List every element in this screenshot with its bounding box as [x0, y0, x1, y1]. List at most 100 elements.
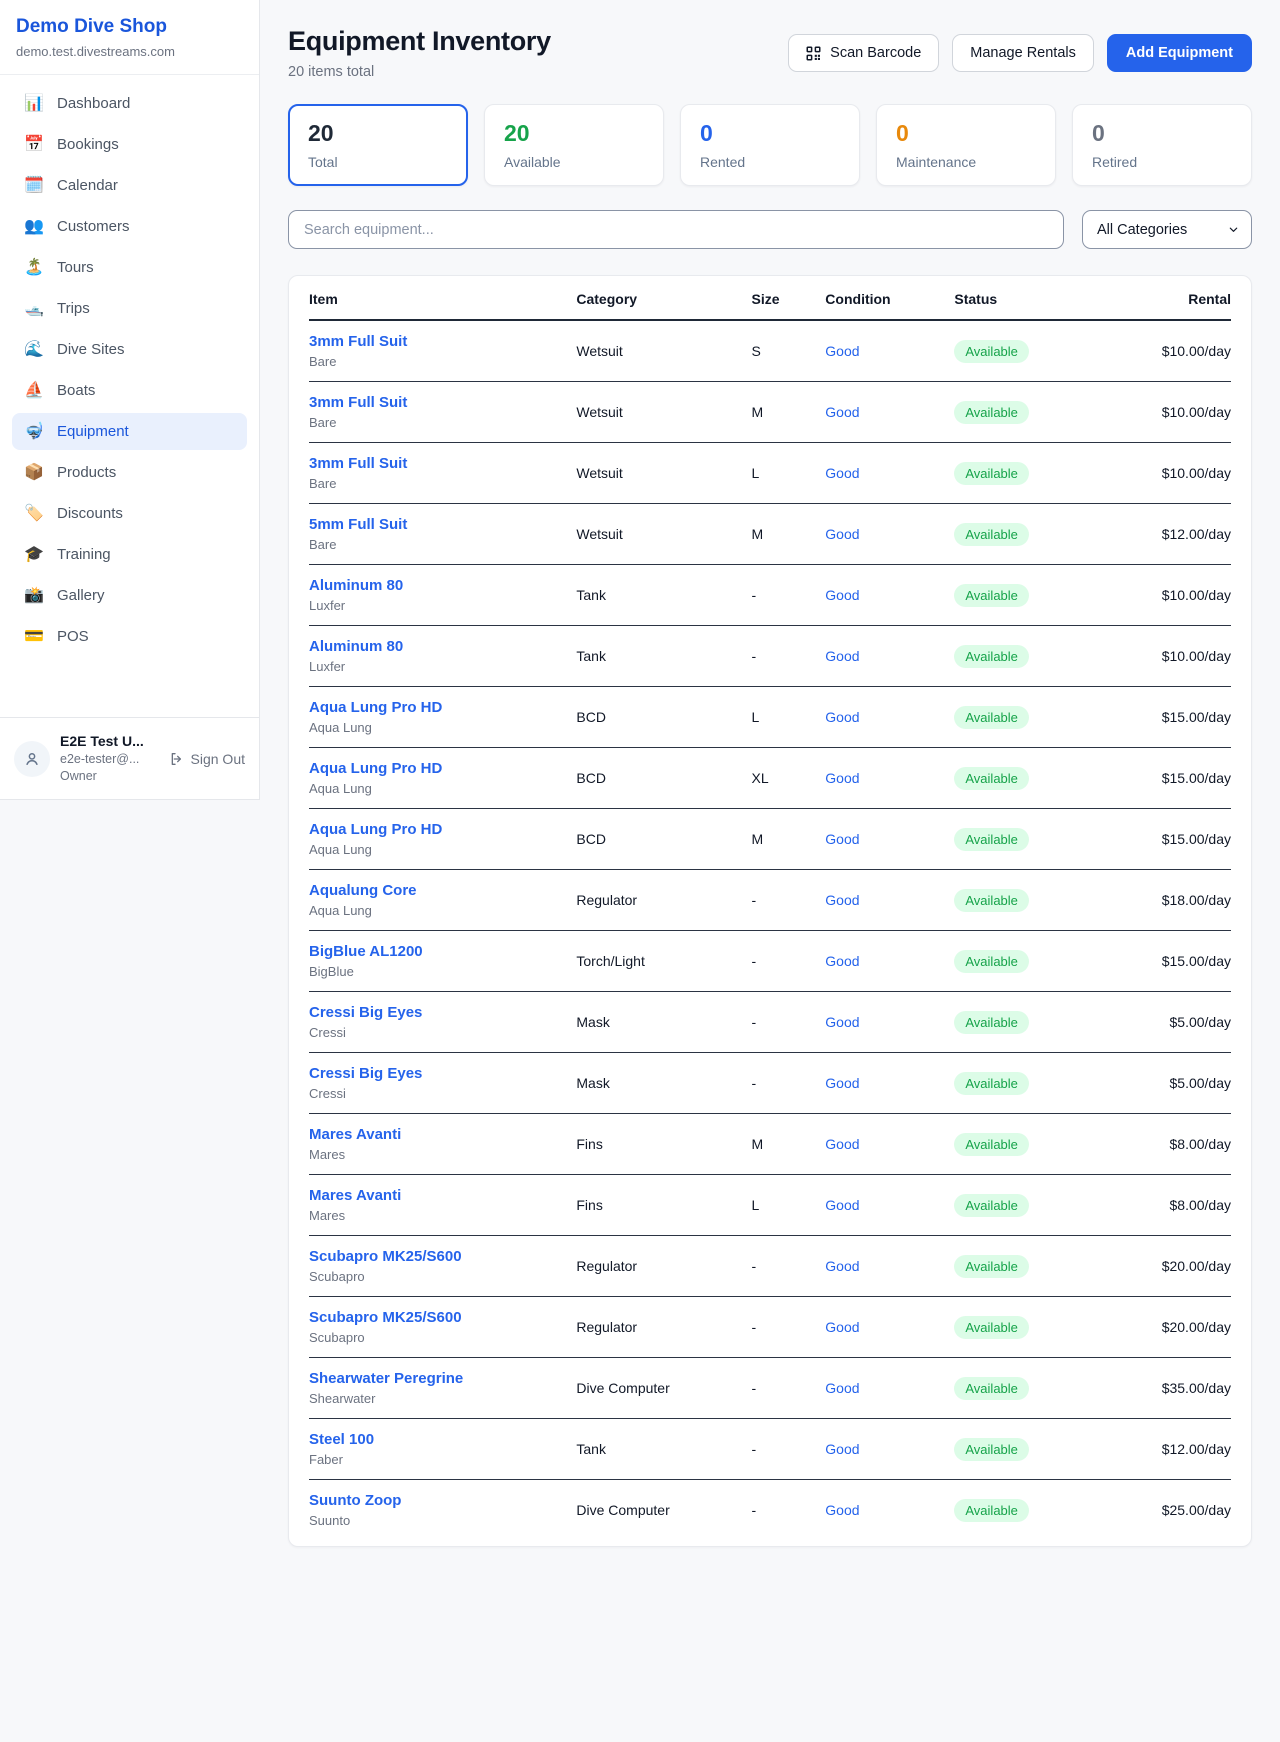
- item-name-link[interactable]: Shearwater Peregrine: [309, 1370, 568, 1387]
- sidebar-item-products[interactable]: 📦 Products: [12, 454, 247, 491]
- item-name-link[interactable]: Mares Avanti: [309, 1126, 568, 1143]
- item-condition-link[interactable]: Good: [825, 404, 859, 420]
- item-name-link[interactable]: Aqua Lung Pro HD: [309, 760, 568, 777]
- sidebar-item-tours[interactable]: 🏝️ Tours: [12, 249, 247, 286]
- item-name-link[interactable]: Aqualung Core: [309, 882, 568, 899]
- item-name-link[interactable]: Scubapro MK25/S600: [309, 1248, 568, 1265]
- item-category: Wetsuit: [576, 465, 622, 481]
- products-icon: 📦: [24, 465, 44, 481]
- item-condition-link[interactable]: Good: [825, 953, 859, 969]
- sidebar-item-dashboard[interactable]: 📊 Dashboard: [12, 85, 247, 122]
- item-name-link[interactable]: Cressi Big Eyes: [309, 1004, 568, 1021]
- item-rental-rate: $10.00/day: [1162, 465, 1231, 481]
- sidebar-item-discounts[interactable]: 🏷️ Discounts: [12, 495, 247, 532]
- status-badge: Available: [954, 889, 1029, 912]
- stat-card-available[interactable]: 20 Available: [484, 104, 664, 186]
- item-brand: BigBlue: [309, 964, 568, 979]
- item-rental-rate: $25.00/day: [1162, 1502, 1231, 1518]
- item-size: L: [752, 1197, 760, 1213]
- stat-label: Retired: [1092, 154, 1232, 170]
- item-name-link[interactable]: 3mm Full Suit: [309, 333, 568, 350]
- stat-card-total[interactable]: 20 Total: [288, 104, 468, 186]
- manage-rentals-button[interactable]: Manage Rentals: [952, 34, 1094, 72]
- sidebar-item-trips[interactable]: 🛥️ Trips: [12, 290, 247, 327]
- item-rental-rate: $12.00/day: [1162, 1441, 1231, 1457]
- status-badge: Available: [954, 584, 1029, 607]
- item-name-link[interactable]: BigBlue AL1200: [309, 943, 568, 960]
- item-condition-link[interactable]: Good: [825, 1136, 859, 1152]
- item-name-link[interactable]: Aqua Lung Pro HD: [309, 699, 568, 716]
- search-input[interactable]: [288, 210, 1064, 249]
- item-condition-link[interactable]: Good: [825, 892, 859, 908]
- item-condition-link[interactable]: Good: [825, 648, 859, 664]
- item-size: L: [752, 709, 760, 725]
- item-condition-link[interactable]: Good: [825, 770, 859, 786]
- sign-out-button[interactable]: Sign Out: [169, 751, 245, 767]
- category-select[interactable]: All Categories: [1082, 210, 1252, 249]
- item-name-link[interactable]: Aluminum 80: [309, 638, 568, 655]
- sidebar-item-label: Training: [57, 546, 111, 563]
- status-badge: Available: [954, 462, 1029, 485]
- stat-card-retired[interactable]: 0 Retired: [1072, 104, 1252, 186]
- item-name-link[interactable]: Cressi Big Eyes: [309, 1065, 568, 1082]
- table-row: Cressi Big Eyes Cressi Mask - Good Avail…: [309, 1053, 1231, 1114]
- item-name-link[interactable]: Mares Avanti: [309, 1187, 568, 1204]
- sidebar-item-calendar[interactable]: 🗓️ Calendar: [12, 167, 247, 204]
- table-row: 3mm Full Suit Bare Wetsuit L Good Availa…: [309, 443, 1231, 504]
- item-name-link[interactable]: Aqua Lung Pro HD: [309, 821, 568, 838]
- item-condition-link[interactable]: Good: [825, 343, 859, 359]
- sidebar-item-training[interactable]: 🎓 Training: [12, 536, 247, 573]
- status-badge: Available: [954, 645, 1029, 668]
- item-condition-link[interactable]: Good: [825, 1075, 859, 1091]
- item-brand: Faber: [309, 1452, 568, 1467]
- sidebar-item-equipment[interactable]: 🤿 Equipment: [12, 413, 247, 450]
- item-category: Torch/Light: [576, 953, 644, 969]
- item-brand: Cressi: [309, 1086, 568, 1101]
- item-name-link[interactable]: Aluminum 80: [309, 577, 568, 594]
- item-category: Wetsuit: [576, 526, 622, 542]
- item-condition-link[interactable]: Good: [825, 526, 859, 542]
- item-category: Wetsuit: [576, 404, 622, 420]
- sidebar-item-gallery[interactable]: 📸 Gallery: [12, 577, 247, 614]
- sidebar-item-boats[interactable]: ⛵ Boats: [12, 372, 247, 409]
- person-icon: [23, 750, 41, 768]
- user-email: e2e-tester@...: [60, 751, 144, 768]
- item-condition-link[interactable]: Good: [825, 1014, 859, 1030]
- column-header-item: Item: [309, 276, 576, 320]
- item-size: M: [752, 404, 764, 420]
- item-name-link[interactable]: Steel 100: [309, 1431, 568, 1448]
- item-brand: Shearwater: [309, 1391, 568, 1406]
- item-condition-link[interactable]: Good: [825, 1441, 859, 1457]
- item-size: M: [752, 1136, 764, 1152]
- item-condition-link[interactable]: Good: [825, 831, 859, 847]
- stat-card-rented[interactable]: 0 Rented: [680, 104, 860, 186]
- item-name-link[interactable]: Scubapro MK25/S600: [309, 1309, 568, 1326]
- sidebar-item-pos[interactable]: 💳 POS: [12, 618, 247, 655]
- stat-card-maintenance[interactable]: 0 Maintenance: [876, 104, 1056, 186]
- item-category: Tank: [576, 1441, 606, 1457]
- item-name-link[interactable]: 3mm Full Suit: [309, 394, 568, 411]
- item-rental-rate: $10.00/day: [1162, 587, 1231, 603]
- item-condition-link[interactable]: Good: [825, 1502, 859, 1518]
- brand-title[interactable]: Demo Dive Shop: [16, 16, 243, 38]
- add-equipment-button[interactable]: Add Equipment: [1107, 34, 1252, 72]
- table-row: Aqua Lung Pro HD Aqua Lung BCD M Good Av…: [309, 809, 1231, 870]
- item-condition-link[interactable]: Good: [825, 465, 859, 481]
- customers-icon: 👥: [24, 219, 44, 235]
- item-condition-link[interactable]: Good: [825, 1380, 859, 1396]
- item-size: -: [752, 648, 757, 664]
- sidebar-item-dive-sites[interactable]: 🌊 Dive Sites: [12, 331, 247, 368]
- scan-barcode-button[interactable]: Scan Barcode: [788, 34, 939, 72]
- item-condition-link[interactable]: Good: [825, 1258, 859, 1274]
- item-condition-link[interactable]: Good: [825, 587, 859, 603]
- item-brand: Bare: [309, 537, 568, 552]
- item-condition-link[interactable]: Good: [825, 709, 859, 725]
- item-name-link[interactable]: 3mm Full Suit: [309, 455, 568, 472]
- item-condition-link[interactable]: Good: [825, 1197, 859, 1213]
- sidebar-item-bookings[interactable]: 📅 Bookings: [12, 126, 247, 163]
- item-name-link[interactable]: 5mm Full Suit: [309, 516, 568, 533]
- sidebar-item-customers[interactable]: 👥 Customers: [12, 208, 247, 245]
- item-name-link[interactable]: Suunto Zoop: [309, 1492, 568, 1509]
- item-category: BCD: [576, 831, 606, 847]
- item-condition-link[interactable]: Good: [825, 1319, 859, 1335]
